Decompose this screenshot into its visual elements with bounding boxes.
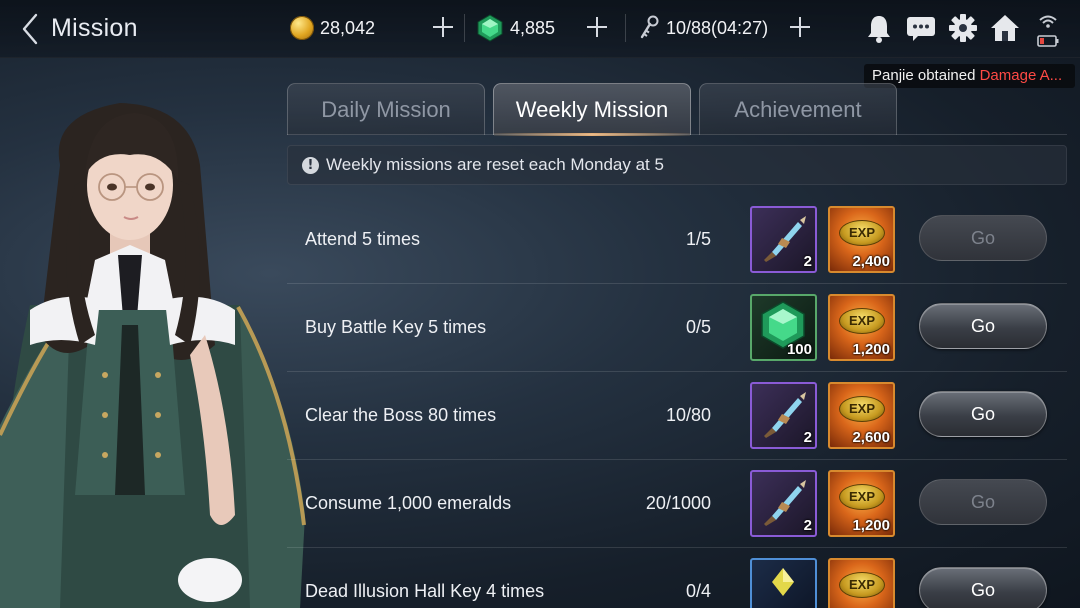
reward-exp-amount: 2,400 xyxy=(852,253,890,270)
reward-exp-slot[interactable]: EXP 2,600 xyxy=(828,382,895,449)
bell-icon xyxy=(868,16,890,43)
reward-exp-slot[interactable]: EXP 1,200 xyxy=(828,470,895,537)
settings-button[interactable] xyxy=(947,12,979,44)
system-notification: Panjie obtained Damage A... xyxy=(864,64,1075,88)
gold-counter: 28,042 xyxy=(290,12,375,44)
emerald-counter: 4,885 xyxy=(476,12,555,44)
back-button[interactable] xyxy=(18,12,46,46)
battle-key-counter: 10/88(04:27) xyxy=(638,12,768,44)
reward-item-slot[interactable] xyxy=(750,558,817,608)
notification-text: obtained xyxy=(913,67,980,84)
divider xyxy=(464,14,465,42)
home-button[interactable] xyxy=(989,12,1021,44)
go-button[interactable]: Go xyxy=(919,479,1047,525)
emerald-amount: 4,885 xyxy=(510,17,556,38)
reward-quantity: 2 xyxy=(803,253,812,270)
page-title: Mission xyxy=(51,14,138,42)
tab-daily-mission[interactable]: Daily Mission xyxy=(287,83,485,135)
home-icon xyxy=(991,15,1019,41)
reset-notice: ! Weekly missions are reset each Monday … xyxy=(287,145,1067,185)
add-gold-button[interactable] xyxy=(431,15,455,39)
reward-item-slot[interactable]: 2 xyxy=(750,470,817,537)
reward-exp-slot[interactable]: EXP 1,200 xyxy=(828,294,895,361)
go-button[interactable]: Go xyxy=(919,303,1047,349)
go-button[interactable]: Go xyxy=(919,391,1047,437)
exp-badge-icon: EXP xyxy=(839,308,885,334)
mission-progress: 1/5 xyxy=(685,229,711,249)
wifi-battery-icon xyxy=(1037,15,1059,47)
exp-badge-icon: EXP xyxy=(839,572,885,598)
reward-item-slot[interactable]: 2 xyxy=(750,382,817,449)
emerald-icon xyxy=(477,14,503,42)
mission-list[interactable]: Attend 5 times 1/5 2 EXP 2,400 Go Buy Ba… xyxy=(287,196,1067,608)
gold-amount: 28,042 xyxy=(320,17,376,38)
battle-key-amount: 10/88(04:27) xyxy=(666,17,769,38)
mission-name: Consume 1,000 emeralds xyxy=(305,493,512,513)
mission-progress: 0/5 xyxy=(685,317,711,337)
battle-key-icon xyxy=(640,15,659,39)
chat-button[interactable] xyxy=(905,12,937,44)
mission-progress: 20/1000 xyxy=(645,493,711,513)
tab-divider xyxy=(287,134,1067,135)
chevron-left-icon xyxy=(22,13,38,45)
gold-crystal-icon xyxy=(772,568,794,596)
device-status xyxy=(1036,12,1060,50)
go-button[interactable]: Go xyxy=(919,215,1047,261)
mission-row: Attend 5 times 1/5 2 EXP 2,400 Go xyxy=(287,196,1067,284)
reward-quantity: 2 xyxy=(803,429,812,446)
reward-quantity: 2 xyxy=(803,517,812,534)
add-emerald-button[interactable] xyxy=(585,15,609,39)
mission-name: Clear the Boss 80 times xyxy=(305,405,497,425)
top-bar: Mission 28,042 4,885 10/88(04:27) xyxy=(0,0,1080,58)
reward-item-slot[interactable]: 2 xyxy=(750,206,817,273)
mission-row: Clear the Boss 80 times 10/80 2 EXP 2,60… xyxy=(287,372,1067,460)
mission-row: Consume 1,000 emeralds 20/1000 2 EXP 1,2… xyxy=(287,460,1067,548)
info-icon: ! xyxy=(302,156,319,174)
gold-coin-icon xyxy=(290,16,314,40)
mission-progress: 10/80 xyxy=(665,405,711,425)
mission-name: Dead Illusion Hall Key 4 times xyxy=(305,581,545,601)
mission-row: Buy Battle Key 5 times 0/5 100 EXP 1,200… xyxy=(287,284,1067,372)
notification-bell-button[interactable] xyxy=(863,12,895,44)
exp-badge-icon: EXP xyxy=(839,220,885,246)
mission-name: Buy Battle Key 5 times xyxy=(305,317,487,337)
reward-item-slot[interactable]: 100 xyxy=(750,294,817,361)
tab-achievement[interactable]: Achievement xyxy=(699,83,897,135)
reward-exp-slot[interactable]: EXP 2,400 xyxy=(828,206,895,273)
go-button[interactable]: Go xyxy=(919,567,1047,608)
mission-row: Dead Illusion Hall Key 4 times 0/4 EXP G… xyxy=(287,548,1067,608)
chat-icon xyxy=(907,17,935,41)
notification-player: Panjie xyxy=(872,67,914,84)
exp-badge-icon: EXP xyxy=(839,484,885,510)
mission-name: Attend 5 times xyxy=(305,229,421,249)
reset-notice-text: Weekly missions are reset each Monday at… xyxy=(326,155,664,174)
add-battle-key-button[interactable] xyxy=(788,15,812,39)
tab-weekly-mission[interactable]: Weekly Mission xyxy=(493,83,691,136)
reward-exp-amount: 1,200 xyxy=(852,517,890,534)
character-portrait xyxy=(0,103,306,608)
mission-progress: 0/4 xyxy=(685,581,711,601)
reward-quantity: 100 xyxy=(786,341,812,358)
exp-badge-icon: EXP xyxy=(839,396,885,422)
reward-exp-slot[interactable]: EXP xyxy=(828,558,895,608)
reward-exp-amount: 1,200 xyxy=(852,341,890,358)
divider xyxy=(625,14,626,42)
gear-icon xyxy=(949,14,977,42)
notification-item: Damage A... xyxy=(979,67,1063,84)
reward-exp-amount: 2,600 xyxy=(852,429,890,446)
